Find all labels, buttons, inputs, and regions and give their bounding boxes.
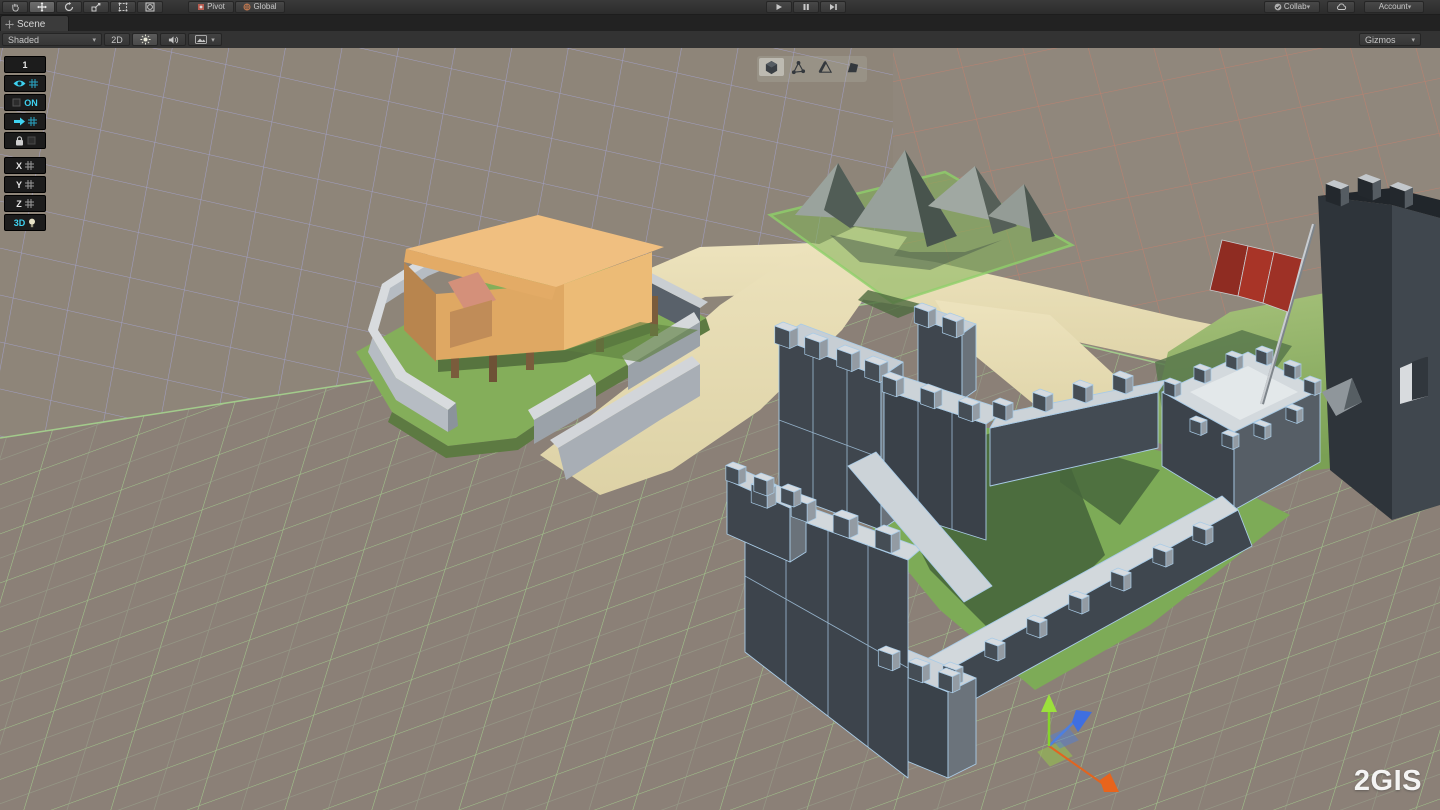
step-icon (829, 3, 838, 11)
unity-editor-window: Pivot Global Collab ▾ (0, 0, 1440, 810)
edge-mode-icon (818, 60, 833, 75)
sun-icon (140, 34, 151, 45)
grid-icon (28, 117, 37, 126)
grid-icon (25, 199, 34, 208)
progrids-3d-toggle-button[interactable]: 3D (4, 214, 46, 231)
vertex-mode-icon (791, 60, 806, 75)
playmode-group (766, 1, 846, 13)
pivot-toggle-button[interactable]: Pivot (188, 1, 234, 13)
object-mode-button[interactable] (759, 58, 784, 76)
rect-icon (118, 2, 128, 12)
collab-caret-icon: ▾ (1307, 3, 1311, 11)
cloud-button[interactable] (1327, 1, 1355, 13)
collab-button[interactable]: Collab ▾ (1264, 1, 1320, 13)
step-button[interactable] (820, 1, 846, 13)
collab-check-icon (1274, 3, 1282, 11)
pivot-label: Pivot (207, 2, 225, 12)
3d-mode-label: 3D (14, 218, 26, 228)
main-toolbar: Pivot Global Collab ▾ (0, 0, 1440, 15)
progrids-follow-grid-button[interactable] (4, 113, 46, 130)
hand-icon (11, 3, 20, 12)
bulb-icon (28, 218, 36, 228)
collab-label: Collab (1284, 2, 1307, 12)
axis-y-label: Y (16, 180, 22, 190)
globe-icon (243, 3, 251, 11)
snap-value-label: 1 (22, 60, 27, 70)
2d-toggle-button[interactable]: 2D (104, 33, 130, 46)
grid-icon (25, 161, 34, 170)
account-group: Collab ▾ Account ▾ (1264, 1, 1424, 13)
move-icon (37, 2, 47, 12)
lock-icon (15, 136, 24, 146)
hand-tool-button[interactable] (2, 1, 28, 13)
2d-label: 2D (111, 35, 123, 45)
progrids-axis-z-button[interactable]: Z (4, 195, 46, 212)
global-toggle-button[interactable]: Global (235, 1, 285, 13)
play-icon (775, 3, 783, 11)
2gis-watermark: 2GIS (1354, 765, 1422, 798)
account-button[interactable]: Account ▾ (1364, 1, 1424, 13)
progrids-panel: 1 ON X Y Z 3D (4, 56, 46, 231)
scene-viewport[interactable] (0, 48, 1440, 810)
shading-mode-label: Shaded (8, 35, 39, 45)
audio-toggle-button[interactable] (160, 33, 186, 46)
lighting-toggle-button[interactable] (132, 33, 158, 46)
effects-dropdown-button[interactable]: ▾ (188, 33, 222, 46)
speaker-icon (168, 35, 179, 45)
scene-view-toolbar: Shaded ▾ 2D ▾ Gizmos ▾ (0, 31, 1440, 49)
rotate-tool-button[interactable] (56, 1, 82, 13)
cloud-icon (1336, 3, 1347, 11)
probuilder-mode-toolbar (757, 56, 867, 82)
pivot-icon (197, 3, 205, 11)
account-caret-icon: ▾ (1408, 3, 1412, 11)
shading-caret-icon: ▾ (92, 36, 96, 44)
transform-tools-group (2, 1, 163, 13)
axis-z-label: Z (16, 199, 22, 209)
snap-on-label: ON (24, 98, 38, 108)
tab-bar: Scene (0, 15, 1440, 31)
gizmos-dropdown[interactable]: Gizmos ▾ (1359, 33, 1421, 46)
scene-tab-icon (5, 20, 14, 29)
progrids-snap-value-button[interactable]: 1 (4, 56, 46, 73)
snap-box-icon (12, 98, 21, 107)
face-mode-icon (845, 60, 860, 75)
scene-tab-label: Scene (17, 19, 45, 30)
global-label: Global (253, 2, 276, 12)
shading-mode-dropdown[interactable]: Shaded ▾ (2, 33, 102, 46)
scale-tool-button[interactable] (83, 1, 109, 13)
progrids-lock-button[interactable] (4, 132, 46, 149)
arrow-right-icon (14, 117, 25, 126)
axis-x-label: X (16, 161, 22, 171)
account-label: Account (1379, 2, 1408, 12)
eye-icon (13, 79, 26, 88)
play-button[interactable] (766, 1, 792, 13)
vertex-mode-button[interactable] (786, 58, 811, 76)
transform-icon (145, 2, 155, 12)
gizmos-label: Gizmos (1365, 35, 1396, 45)
transform-tool-button[interactable] (137, 1, 163, 13)
progrids-axis-y-button[interactable]: Y (4, 176, 46, 193)
pivot-global-group: Pivot Global (188, 1, 285, 13)
edge-mode-button[interactable] (813, 58, 838, 76)
pause-button[interactable] (793, 1, 819, 13)
scale-icon (91, 2, 101, 12)
progrids-axis-x-button[interactable]: X (4, 157, 46, 174)
blank-box-icon (27, 136, 36, 145)
grid-icon (25, 180, 34, 189)
watch-tower[interactable] (1318, 174, 1440, 520)
object-mode-icon (764, 60, 779, 75)
effects-icon (195, 35, 207, 44)
rotate-icon (64, 2, 74, 12)
gizmos-caret-icon: ▾ (1411, 36, 1415, 44)
grid-icon (29, 79, 38, 88)
face-mode-button[interactable] (840, 58, 865, 76)
effects-caret-icon: ▾ (211, 36, 215, 44)
move-tool-button[interactable] (29, 1, 55, 13)
progrids-snap-enabled-button[interactable]: ON (4, 94, 46, 111)
pause-icon (802, 3, 810, 11)
scene-tab[interactable]: Scene (0, 15, 69, 32)
progrids-visibility-button[interactable] (4, 75, 46, 92)
rect-tool-button[interactable] (110, 1, 136, 13)
